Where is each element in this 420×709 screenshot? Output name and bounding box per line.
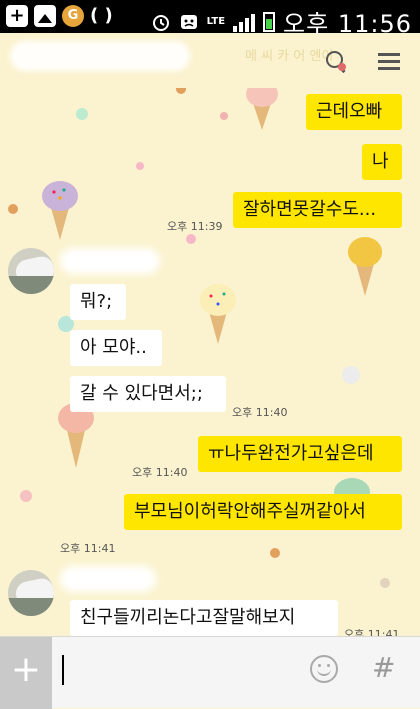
message-time: 오후 11:39 — [167, 220, 223, 233]
avatar[interactable] — [8, 248, 54, 294]
header-faint-text: 메 씨 카 어 엔이 — [245, 49, 334, 64]
battery-icon — [263, 11, 276, 32]
chat-title-redacted — [10, 41, 190, 71]
sender-name-redacted — [60, 248, 160, 274]
message-bubble-theirs: 뭐?; — [70, 284, 126, 320]
chat-header: 메 씨 카 어 엔이 — [0, 33, 420, 88]
notification-icon — [180, 14, 197, 29]
text-cursor — [62, 655, 64, 685]
menu-icon[interactable] — [378, 53, 400, 70]
ice-cream-icon — [42, 181, 78, 240]
message-time: 오후 11:40 — [232, 406, 288, 419]
message-time: 오후 11:41 — [344, 628, 400, 636]
avatar[interactable] — [8, 570, 54, 616]
chat-area[interactable]: 근데오빠 나 오후 11:39 잘하면못갈수도... 뭐?; 아 모야.. 갈 … — [0, 88, 420, 636]
sender-name-redacted — [60, 566, 156, 592]
hash-icon[interactable]: # — [372, 651, 395, 684]
emoji-icon[interactable] — [310, 655, 338, 683]
message-bubble-theirs: 갈 수 있다면서;; — [70, 376, 226, 412]
message-time: 오후 11:40 — [132, 466, 188, 479]
coin-icon: G — [62, 5, 84, 27]
message-bubble-mine: 나 — [362, 144, 402, 180]
image-icon — [34, 5, 56, 27]
message-bubble-theirs: 아 모야.. — [70, 330, 162, 366]
message-input[interactable] — [52, 637, 292, 709]
ice-cream-icon — [200, 284, 236, 344]
message-time: 오후 11:41 — [60, 542, 116, 555]
message-bubble-mine: 부모님이허락안해주실꺼같아서 — [124, 494, 402, 530]
message-bubble-mine: ㅠ나두완전가고싶은데 — [198, 436, 402, 472]
message-input-bar: + # — [0, 636, 420, 709]
ice-cream-icon — [348, 237, 382, 296]
message-bubble-mine: 근데오빠 — [306, 94, 402, 130]
message-bubble-theirs: 친구들끼리논다고잘말해보지 — [70, 600, 338, 636]
plus-icon: + — [6, 5, 28, 27]
new-dot — [338, 63, 346, 71]
ice-cream-icon — [246, 88, 278, 130]
status-bar: + G ( ) LTE 오후 11:56 — [0, 0, 420, 38]
attach-plus-button[interactable]: + — [0, 637, 52, 709]
signal-icon — [233, 12, 256, 32]
message-bubble-mine: 잘하면못갈수도... — [233, 192, 402, 228]
alarm-icon — [152, 14, 169, 31]
bracket-icon: ( ) — [90, 5, 113, 26]
network-label: LTE — [206, 15, 226, 27]
